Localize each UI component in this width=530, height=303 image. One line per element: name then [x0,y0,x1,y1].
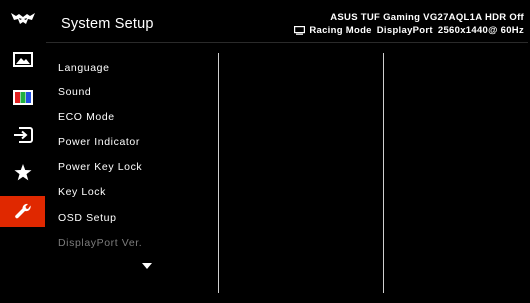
star-icon [14,164,31,181]
input-select-icon [13,126,33,143]
menu-item-eco-mode[interactable]: ECO Mode [58,111,115,123]
resolution-label: 2560x1440@ 60Hz [437,25,524,36]
mode-label: Racing Mode [309,25,372,36]
menu-item-power-key-lock[interactable]: Power Key Lock [58,161,142,173]
sidebar-item-system-setup[interactable] [0,196,45,227]
page-title: System Setup [61,16,154,32]
column-divider [218,53,219,293]
menu-item-language[interactable]: Language [58,62,110,74]
input-label: DisplayPort [376,25,433,36]
signal-status: Racing Mode DisplayPort 2560x1440@ 60Hz [294,25,524,36]
menu-item-power-indicator[interactable]: Power Indicator [58,136,140,148]
sidebar-item-input-select[interactable] [0,119,45,150]
header: System Setup ASUS TUF Gaming VG27AQL1A H… [46,4,528,40]
column-divider [383,53,384,293]
wrench-icon [14,203,31,218]
color-bars-icon [12,90,33,105]
menu-panel: Language Sound ECO Mode Power Indicator … [46,42,528,302]
monitor-icon [294,26,306,35]
menu-item-displayport-ver: DisplayPort Ver. [58,237,143,249]
sidebar-item-image[interactable] [0,44,45,75]
sidebar-item-color[interactable] [0,82,45,113]
sidebar [0,0,45,303]
sidebar-item-favorites[interactable] [0,157,45,188]
menu-item-osd-setup[interactable]: OSD Setup [58,212,117,224]
tuf-logo-icon [0,3,45,34]
image-icon [12,52,33,67]
model-status: ASUS TUF Gaming VG27AQL1A HDR Off [330,12,524,23]
menu-item-key-lock[interactable]: Key Lock [58,186,106,198]
menu-item-sound[interactable]: Sound [58,86,91,98]
scroll-down-icon[interactable] [142,263,152,269]
osd-window: System Setup ASUS TUF Gaming VG27AQL1A H… [0,0,530,303]
